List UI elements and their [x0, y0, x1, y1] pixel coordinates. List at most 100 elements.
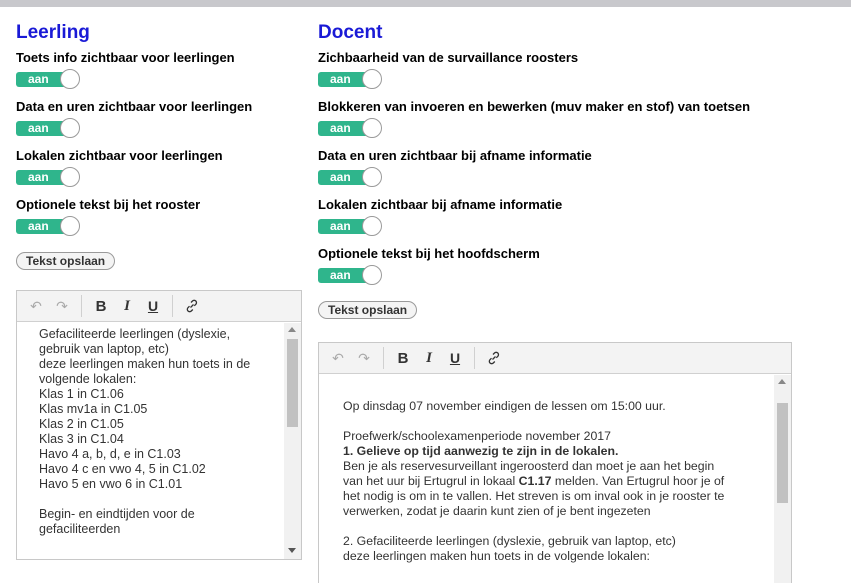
redo-icon[interactable]: ↷ — [351, 346, 377, 370]
editor-line: volgende lokalen: — [39, 372, 137, 386]
optionele-tekst-toggle[interactable]: aan — [16, 216, 86, 238]
toggle-knob[interactable] — [362, 216, 382, 236]
editor-toolbar: ↶ ↷ B I U — [17, 291, 301, 322]
undo-icon[interactable]: ↶ — [23, 294, 49, 318]
underline-icon[interactable]: U — [140, 294, 166, 318]
bold-icon[interactable]: B — [88, 294, 114, 318]
toggle-knob[interactable] — [60, 167, 80, 187]
toggle-knob[interactable] — [362, 265, 382, 285]
toolbar-divider — [383, 347, 384, 369]
leerling-save-button[interactable]: Tekst opslaan — [16, 252, 116, 270]
link-icon[interactable] — [481, 346, 507, 370]
setting-data-uren: Data en uren zichtbaar voor leerlingen a… — [16, 99, 306, 140]
editor-line: Havo 5 en vwo 6 in C1.01 — [39, 477, 183, 491]
redo-icon[interactable]: ↷ — [49, 294, 75, 318]
setting-label: Optionele tekst bij het hoofdscherm — [318, 246, 540, 261]
editor-line: 1. Gelieve op tijd aanwezig te zijn in d… — [343, 444, 619, 458]
toggle-text: aan — [330, 121, 351, 135]
italic-icon[interactable]: I — [114, 294, 140, 318]
data-uren-afname-toggle[interactable]: aan — [318, 167, 388, 189]
editor-line: deze leerlingen maken hun toets in de — [39, 357, 251, 371]
setting-lokalen: Lokalen zichtbaar voor leerlingen aan — [16, 148, 306, 189]
setting-hoofdscherm: Optionele tekst bij het hoofdscherm aan — [318, 246, 838, 287]
editor-line: Ben je als reservesurveillant ingerooste… — [343, 459, 715, 473]
editor-blank-line — [343, 519, 763, 534]
editor-line: deze leerlingen maken hun toets in de vo… — [343, 549, 650, 563]
editor-line: verwerken, zodat je daarin kunt zien of … — [343, 504, 651, 518]
lokalen-toggle[interactable]: aan — [16, 167, 86, 189]
survaillance-toggle[interactable]: aan — [318, 69, 388, 91]
setting-label: Data en uren zichtbaar voor leerlingen — [16, 99, 253, 114]
editor-line: Op dinsdag 07 november eindigen de lesse… — [343, 399, 666, 413]
toets-info-toggle[interactable]: aan — [16, 69, 86, 91]
docent-column: Docent Zichbaarheid van de survaillance … — [318, 22, 838, 323]
toolbar-divider — [172, 295, 173, 317]
docent-editor-content[interactable]: Op dinsdag 07 november eindigen de lesse… — [319, 375, 773, 583]
scrollbar-thumb[interactable] — [777, 403, 788, 503]
scrollbar-thumb[interactable] — [287, 339, 298, 427]
editor-line: het nodig is om in te vallen. Het streve… — [343, 489, 725, 503]
editor-line: Klas 1 in C1.06 — [39, 387, 124, 401]
underline-icon[interactable]: U — [442, 346, 468, 370]
undo-icon[interactable]: ↶ — [325, 346, 351, 370]
editor-line: van het uur bij Ertugrul in lokaal C1.17… — [343, 474, 763, 489]
toggle-text: aan — [330, 170, 351, 184]
setting-data-uren-afname: Data en uren zichtbaar bij afname inform… — [318, 148, 838, 189]
editor-line: gefaciliteerden — [39, 522, 121, 536]
leerling-column: Leerling Toets info zichtbaar voor leerl… — [16, 22, 306, 274]
toggle-knob[interactable] — [60, 216, 80, 236]
leerling-editor-content[interactable]: Gefaciliteerde leerlingen (dyslexie, geb… — [17, 323, 283, 559]
editor-line: Havo 4 c en vwo 4, 5 in C1.02 — [39, 462, 206, 476]
toggle-text: aan — [28, 170, 49, 184]
link-icon[interactable] — [179, 294, 205, 318]
setting-label: Blokkeren van invoeren en bewerken (muv … — [318, 99, 751, 114]
setting-blokkeren: Blokkeren van invoeren en bewerken (muv … — [318, 99, 838, 140]
toggle-knob[interactable] — [362, 69, 382, 89]
editor-line: Havo 4 a, b, d, e in C1.03 — [39, 447, 181, 461]
setting-label: Zichbaarheid van de survaillance rooster… — [318, 50, 579, 65]
toggle-knob[interactable] — [60, 69, 80, 89]
bold-icon[interactable]: B — [390, 346, 416, 370]
toggle-text: aan — [28, 219, 49, 233]
blokkeren-toggle[interactable]: aan — [318, 118, 388, 140]
leerling-editor-scrollbar[interactable] — [284, 323, 301, 559]
editor-line: Klas 3 in C1.04 — [39, 432, 124, 446]
editor-room-code: C1.17 — [518, 474, 552, 488]
toggle-knob[interactable] — [60, 118, 80, 138]
scroll-up-arrow-icon[interactable] — [778, 379, 786, 384]
toggle-knob[interactable] — [362, 167, 382, 187]
data-uren-toggle[interactable]: aan — [16, 118, 86, 140]
editor-blank-line — [343, 414, 763, 429]
setting-label: Toets info zichtbaar voor leerlingen — [16, 50, 235, 65]
editor-line: 2. Gefaciliteerde leerlingen (dyslexie, … — [343, 534, 676, 548]
scroll-down-arrow-icon[interactable] — [288, 548, 296, 553]
italic-icon[interactable]: I — [416, 346, 442, 370]
toggle-text: aan — [330, 72, 351, 86]
docent-save-button[interactable]: Tekst opslaan — [318, 301, 418, 319]
editor-text: melden. Van Ertugrul hoor je of — [551, 474, 725, 488]
setting-lokalen-afname: Lokalen zichtbaar bij afname informatie … — [318, 197, 838, 238]
editor-line: Begin- en eindtijden voor de — [39, 507, 195, 521]
scroll-up-arrow-icon[interactable] — [288, 327, 296, 332]
toggle-text: aan — [28, 72, 49, 86]
docent-text-editor: ↶ ↷ B I U Op dinsdag 07 november eindige… — [318, 342, 792, 583]
setting-toets-info: Toets info zichtbaar voor leerlingen aan — [16, 50, 306, 91]
leerling-text-editor: ↶ ↷ B I U Gefaciliteerde leerlingen (dys… — [16, 290, 302, 560]
toggle-text: aan — [330, 268, 351, 282]
top-bar — [0, 0, 851, 7]
lokalen-afname-toggle[interactable]: aan — [318, 216, 388, 238]
setting-label: Data en uren zichtbaar bij afname inform… — [318, 148, 592, 163]
docent-heading: Docent — [318, 22, 383, 43]
toggle-knob[interactable] — [362, 118, 382, 138]
editor-text: van het uur bij Ertugrul in lokaal — [343, 474, 519, 488]
editor-line: gebruik van laptop, etc) — [39, 342, 169, 356]
editor-line: Gefaciliteerde leerlingen (dyslexie, — [39, 327, 231, 341]
toggle-text: aan — [28, 121, 49, 135]
docent-editor-scrollbar[interactable] — [774, 375, 791, 583]
hoofdscherm-toggle[interactable]: aan — [318, 265, 388, 287]
setting-survaillance: Zichbaarheid van de survaillance rooster… — [318, 50, 838, 91]
setting-optionele-tekst: Optionele tekst bij het rooster aan — [16, 197, 306, 238]
editor-line: Klas mv1a in C1.05 — [39, 402, 148, 416]
leerling-heading: Leerling — [16, 22, 90, 43]
toggle-text: aan — [330, 219, 351, 233]
